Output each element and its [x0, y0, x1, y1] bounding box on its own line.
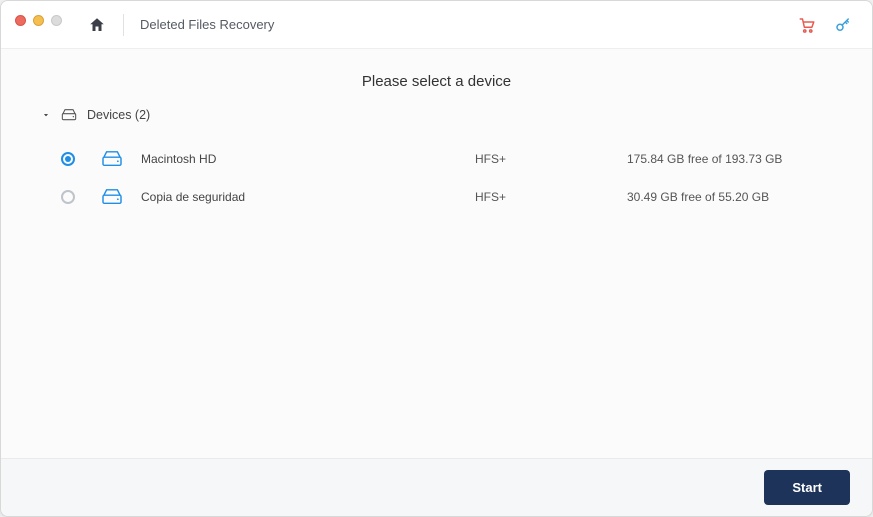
page-title: Deleted Files Recovery	[140, 17, 274, 32]
device-filesystem: HFS+	[475, 190, 615, 204]
device-filesystem: HFS+	[475, 152, 615, 166]
titlebar: Deleted Files Recovery	[1, 1, 872, 49]
maximize-window-button[interactable]	[51, 15, 62, 26]
device-radio[interactable]	[61, 190, 75, 204]
key-icon[interactable]	[834, 16, 852, 34]
chevron-down-icon	[41, 110, 51, 120]
titlebar-actions	[798, 16, 852, 34]
device-name: Macintosh HD	[141, 152, 281, 166]
minimize-window-button[interactable]	[33, 15, 44, 26]
start-button[interactable]: Start	[764, 470, 850, 505]
devices-group: Devices (2) Macintosh HD HFS+ 175.84	[1, 108, 872, 216]
window-controls	[15, 15, 62, 26]
device-row[interactable]: Copia de seguridad HFS+ 30.49 GB free of…	[41, 178, 832, 216]
instruction-text: Please select a device	[1, 49, 872, 108]
home-icon[interactable]	[87, 15, 107, 35]
footer: Start	[1, 458, 872, 516]
drive-icon	[101, 150, 129, 168]
devices-group-header[interactable]: Devices (2)	[41, 108, 832, 122]
device-row[interactable]: Macintosh HD HFS+ 175.84 GB free of 193.…	[41, 140, 832, 178]
close-window-button[interactable]	[15, 15, 26, 26]
main-area: Please select a device Devices (2)	[1, 49, 872, 458]
device-free-text: 175.84 GB free of 193.73 GB	[627, 152, 812, 166]
cart-icon[interactable]	[798, 16, 816, 34]
drive-icon	[101, 188, 129, 206]
device-name: Copia de seguridad	[141, 190, 281, 204]
disk-icon	[61, 108, 77, 122]
divider	[123, 14, 124, 36]
devices-group-label: Devices (2)	[87, 108, 150, 122]
device-radio[interactable]	[61, 152, 75, 166]
device-free-text: 30.49 GB free of 55.20 GB	[627, 190, 812, 204]
app-window: Deleted Files Recovery Please select a d…	[0, 0, 873, 517]
